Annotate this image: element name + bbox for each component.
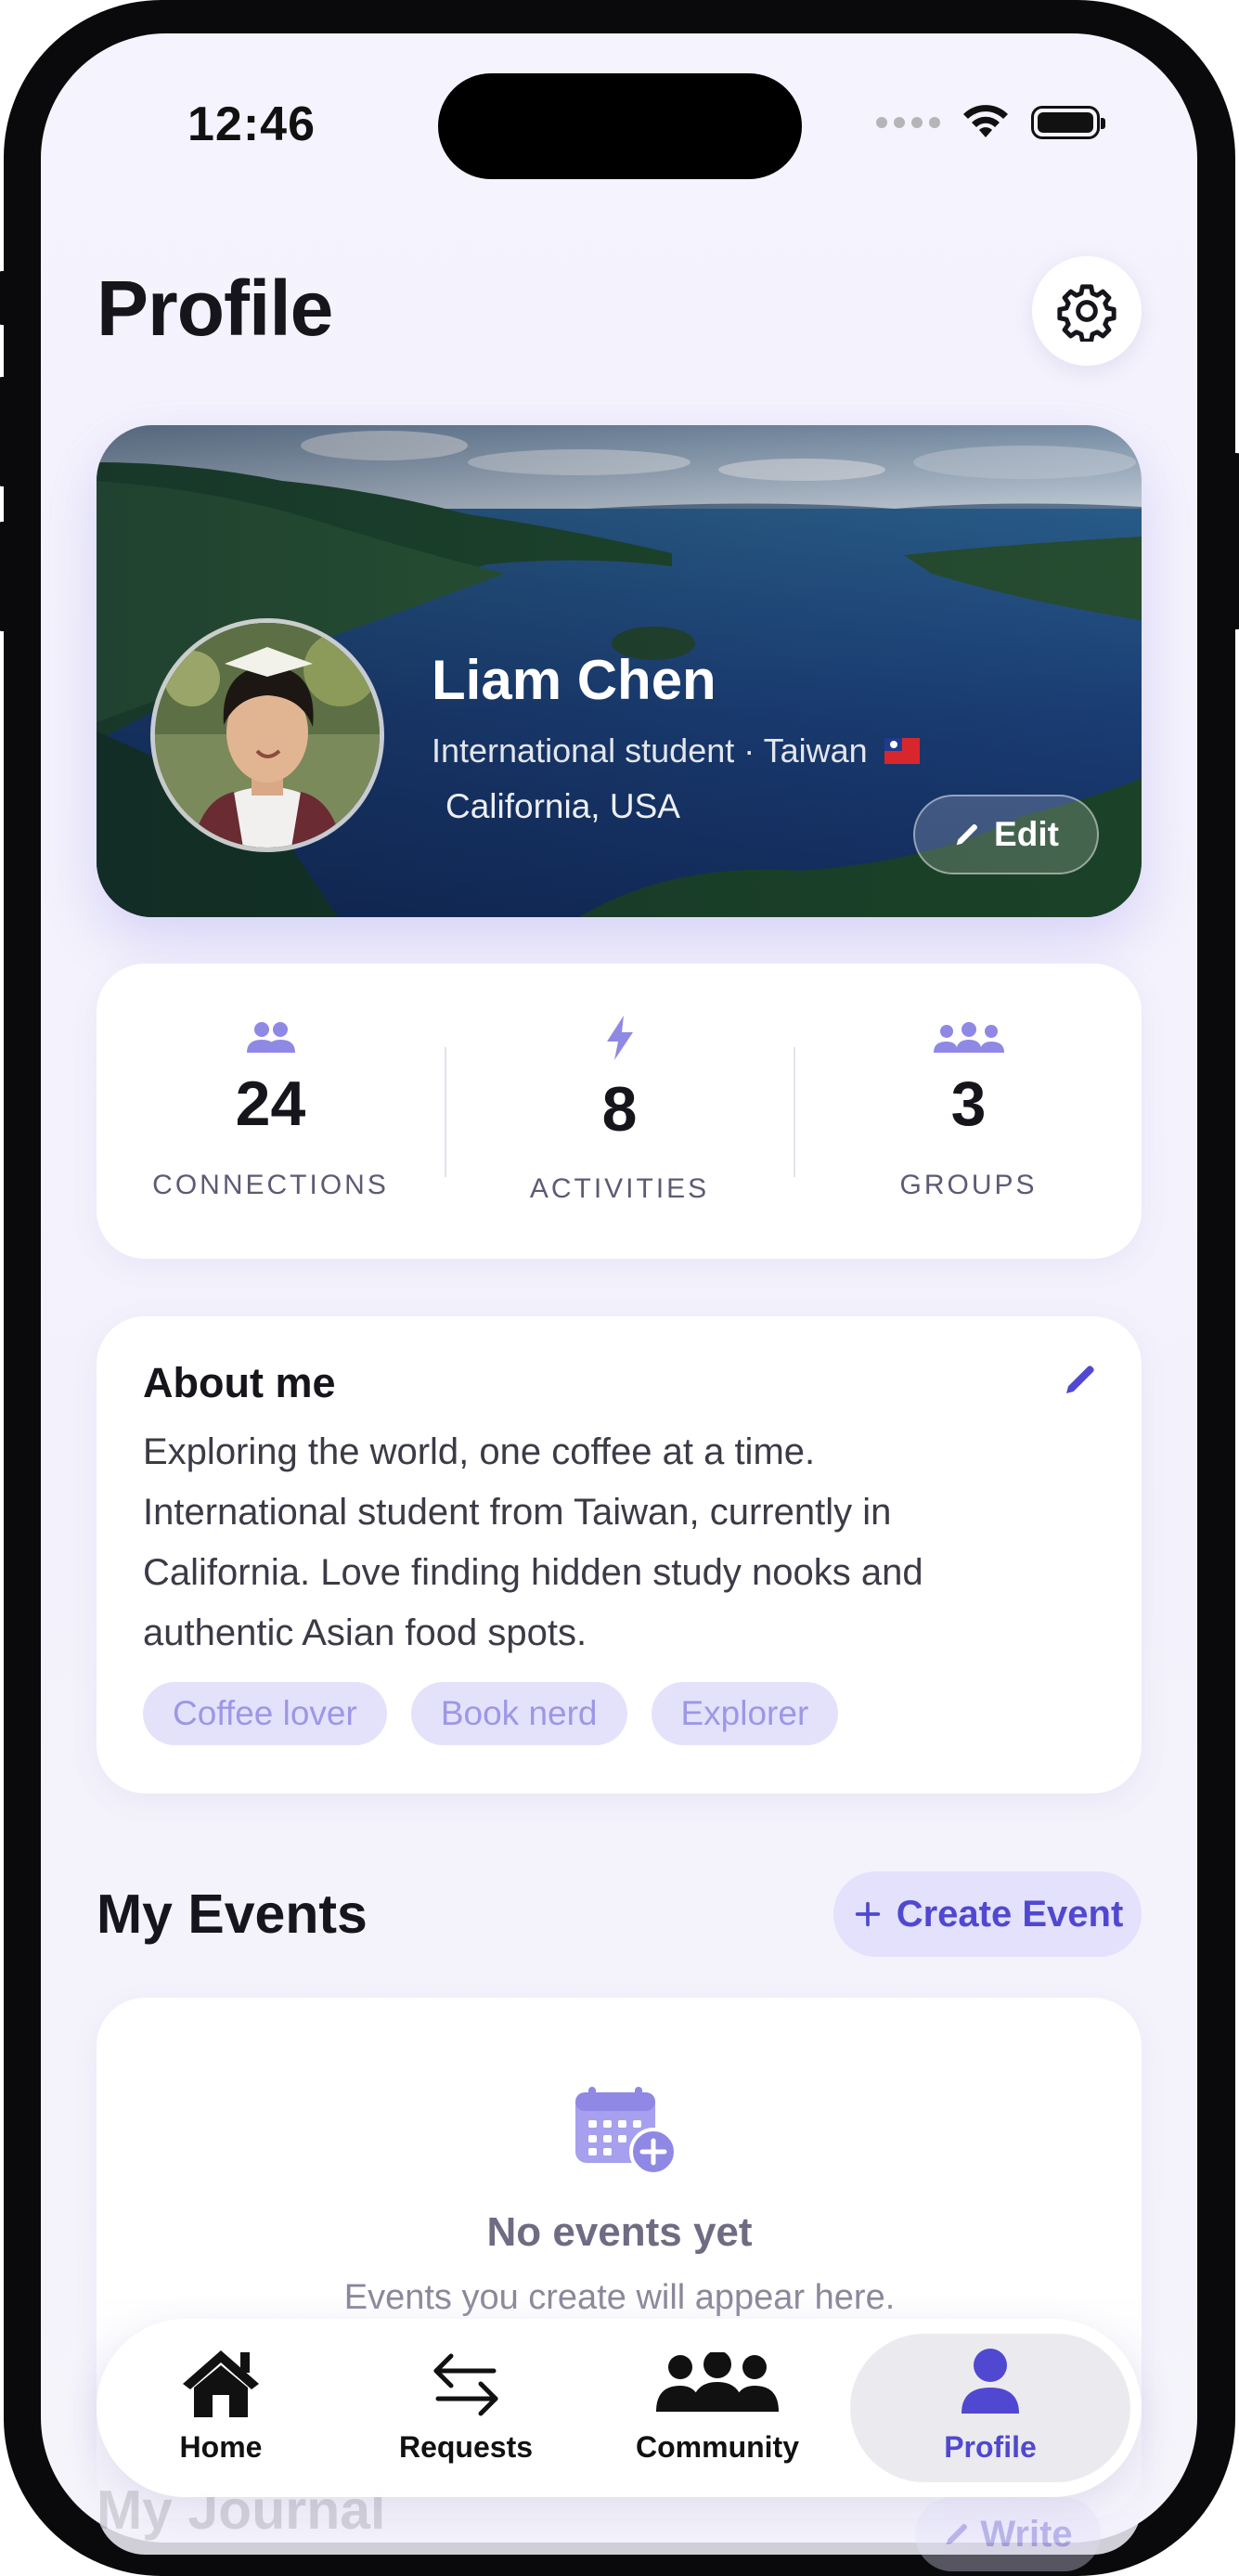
write-journal-button[interactable]: Write: [915, 2497, 1101, 2571]
tab-home[interactable]: Home: [115, 2319, 327, 2497]
tab-requests[interactable]: Requests: [345, 2319, 587, 2497]
pencil-icon: [956, 824, 978, 846]
tag-chip[interactable]: Book nerd: [410, 1682, 627, 1745]
stat-groups[interactable]: 3 GROUPS: [794, 964, 1142, 1259]
people-icon: [246, 1022, 295, 1053]
stat-label: CONNECTIONS: [152, 1170, 389, 1200]
about-line: authentic Asian food spots.: [143, 1612, 587, 1653]
edit-about-button[interactable]: [1062, 1361, 1099, 1403]
tab-label: Requests: [398, 2430, 534, 2464]
group-icon: [933, 1022, 1004, 1053]
about-line: International student from Taiwan, curre…: [143, 1492, 892, 1533]
profile-location: California, USA: [445, 787, 680, 825]
person-icon: [962, 2349, 1019, 2414]
tab-community[interactable]: Community: [598, 2319, 837, 2497]
profile-subtitle-row: International student · Taiwan: [432, 731, 920, 770]
taiwan-flag-icon: [884, 738, 920, 764]
page-title: Profile: [97, 265, 333, 352]
about-title: About me: [143, 1359, 336, 1406]
my-events-title: My Events: [97, 1883, 368, 1945]
stat-label: GROUPS: [899, 1170, 1038, 1200]
tab-label: Home: [179, 2430, 263, 2464]
gear-icon: [1057, 284, 1116, 342]
status-time: 12:46: [187, 97, 316, 151]
pencil-icon: [947, 2524, 968, 2545]
bolt-icon: [606, 1016, 633, 1060]
write-label: Write: [980, 2513, 1073, 2555]
profile-name: Liam Chen: [432, 649, 716, 711]
avatar-photo: [155, 623, 380, 848]
stat-value: 8: [601, 1074, 638, 1145]
empty-events-title: No events yet: [486, 2209, 753, 2255]
calendar-add-icon: [574, 2087, 678, 2181]
stat-value: 3: [950, 1068, 987, 1139]
tab-label: Profile: [944, 2430, 1037, 2464]
wifi-icon: [963, 105, 1008, 137]
dynamic-island: [438, 73, 802, 179]
create-event-button[interactable]: Create Event: [833, 1871, 1142, 1957]
edit-profile-button[interactable]: Edit: [913, 795, 1099, 874]
tab-bar: Home Requests Community Profile: [97, 2319, 1142, 2497]
settings-button[interactable]: [1032, 256, 1142, 366]
people-icon: [656, 2352, 779, 2412]
about-line: California. Love finding hidden study no…: [143, 1552, 923, 1593]
about-line: Exploring the world, one coffee at a tim…: [143, 1431, 816, 1472]
arrows-icon: [433, 2353, 498, 2416]
stat-value: 24: [235, 1068, 306, 1139]
plus-icon: [855, 1901, 880, 1927]
stat-label: ACTIVITIES: [529, 1173, 710, 1204]
avatar[interactable]: [150, 618, 384, 852]
interest-tags: Coffee lover Book nerd Explorer: [143, 1682, 839, 1745]
stat-connections[interactable]: 24 CONNECTIONS: [97, 964, 445, 1259]
tab-profile[interactable]: Profile: [850, 2319, 1130, 2497]
signal-icon: [876, 117, 940, 128]
about-text: Exploring the world, one coffee at a tim…: [143, 1422, 1099, 1663]
stat-activities[interactable]: 8 ACTIVITIES: [445, 964, 794, 1259]
tag-chip[interactable]: Explorer: [651, 1682, 839, 1745]
tag-chip[interactable]: Coffee lover: [143, 1682, 387, 1745]
about-card: About me Exploring the world, one coffee…: [97, 1316, 1142, 1793]
profile-subtitle: International student · Taiwan: [432, 731, 868, 770]
home-icon: [183, 2350, 259, 2417]
edit-label: Edit: [994, 815, 1059, 853]
tab-label: Community: [636, 2430, 799, 2464]
create-event-label: Create Event: [896, 1893, 1124, 1935]
battery-icon: [1031, 106, 1105, 139]
status-icons: [876, 104, 1105, 141]
pencil-icon: [1066, 1366, 1094, 1393]
stats-card: 24 CONNECTIONS 8 ACTIVITIES 3 GROUPS: [97, 964, 1142, 1259]
